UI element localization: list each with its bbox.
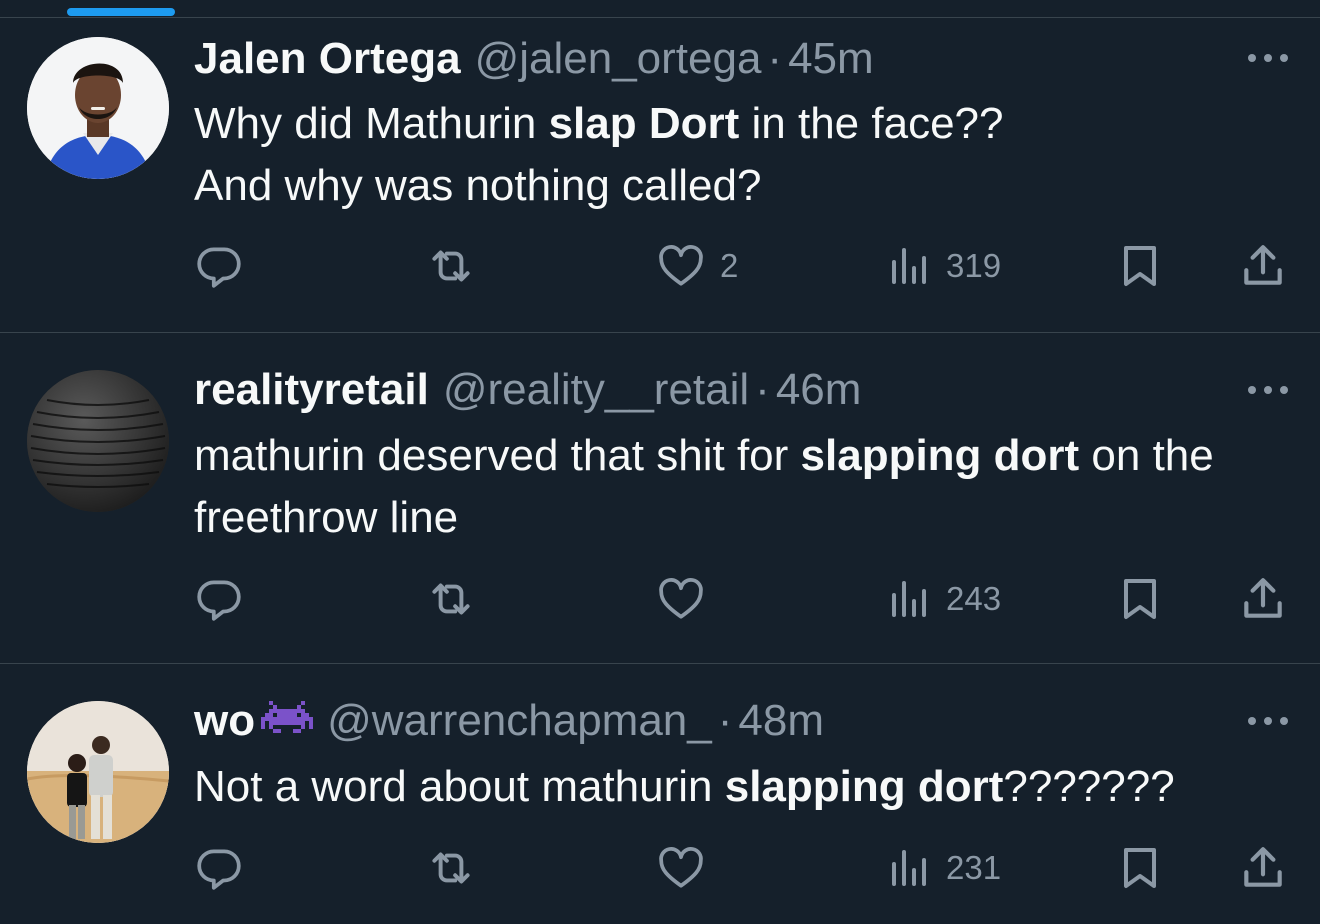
timestamp[interactable]: 45m xyxy=(788,34,874,84)
bookmark-icon xyxy=(1124,579,1156,619)
views-icon xyxy=(892,850,926,886)
separator-dot: · xyxy=(767,34,783,83)
like-count: 2 xyxy=(720,247,739,284)
reply-icon xyxy=(197,849,241,890)
avatar[interactable] xyxy=(27,370,169,512)
tweet[interactable]: realityretail @reality__retail · 46m mat… xyxy=(0,333,1320,664)
reply-icon xyxy=(197,580,241,621)
timestamp[interactable]: 48m xyxy=(738,696,824,746)
retweet-icon xyxy=(432,852,470,884)
text-segment: ??????? xyxy=(1003,762,1175,811)
views-count: 243 xyxy=(946,580,1002,617)
author-name[interactable]: Jalen Ortega xyxy=(194,34,461,84)
views-button[interactable]: 231 xyxy=(888,840,1001,896)
separator-dot: · xyxy=(755,365,770,414)
avatar-image xyxy=(27,370,169,512)
reply-icon xyxy=(197,247,241,288)
views-button[interactable]: 243 xyxy=(888,571,1001,627)
bookmark-icon xyxy=(1124,246,1156,286)
avatar[interactable] xyxy=(27,37,169,179)
avatar-image xyxy=(27,37,169,179)
tweet[interactable]: wo @warrenchapman_ · 48m Not a word abou… xyxy=(0,664,1320,924)
text-highlight: slap Dort xyxy=(548,99,740,148)
tweet-text: mathurin deserved that shit for slapping… xyxy=(194,425,1274,549)
reply-button[interactable] xyxy=(194,238,258,294)
share-icon xyxy=(1244,245,1282,285)
action-bar: 243 xyxy=(0,571,1320,627)
share-button[interactable] xyxy=(1238,840,1288,896)
alien-monster-icon xyxy=(261,701,314,733)
action-bar: 2 319 xyxy=(0,238,1320,294)
heart-icon xyxy=(659,847,703,888)
reply-button[interactable] xyxy=(194,571,258,627)
avatar-image xyxy=(27,701,169,843)
retweet-icon xyxy=(432,250,470,282)
reply-button[interactable] xyxy=(194,840,258,896)
action-bar: 231 xyxy=(0,840,1320,896)
tweet-text: Why did Mathurin slap Dort in the face??… xyxy=(194,93,1274,217)
bookmark-button[interactable] xyxy=(1118,238,1162,294)
views-icon xyxy=(892,581,926,617)
separator-dot: · xyxy=(717,696,733,745)
text-highlight: slapping dort xyxy=(724,762,1004,811)
more-icon[interactable] xyxy=(1246,711,1290,731)
author-handle[interactable]: @reality__retail xyxy=(443,365,749,415)
timestamp[interactable]: 46m xyxy=(776,365,862,415)
author-handle[interactable]: @warrenchapman_ xyxy=(327,696,712,746)
views-count: 231 xyxy=(946,849,1002,886)
like-button[interactable]: 2 xyxy=(656,238,738,294)
share-icon xyxy=(1244,578,1282,618)
text-segment: Why did Mathurin xyxy=(194,99,549,148)
retweet-button[interactable] xyxy=(424,238,492,294)
text-segment: mathurin deserved that shit for xyxy=(194,431,801,480)
bookmark-icon xyxy=(1124,848,1156,888)
bookmark-button[interactable] xyxy=(1118,571,1162,627)
like-button[interactable] xyxy=(656,571,720,627)
text-segment: And why was nothing called? xyxy=(194,161,762,210)
tweet-text: Not a word about mathurin slapping dort?… xyxy=(194,756,1274,818)
avatar[interactable] xyxy=(27,701,169,843)
retweet-icon xyxy=(432,583,470,615)
views-icon xyxy=(892,248,926,284)
tweet-header: Jalen Ortega @jalen_ortega · 45m xyxy=(194,34,874,84)
author-name[interactable]: wo xyxy=(194,696,255,746)
text-segment: in the face?? xyxy=(739,99,1004,148)
like-button[interactable] xyxy=(656,840,720,896)
tweet-header: wo @warrenchapman_ · 48m xyxy=(194,696,824,746)
retweet-button[interactable] xyxy=(424,840,492,896)
more-icon[interactable] xyxy=(1246,48,1290,68)
retweet-button[interactable] xyxy=(424,571,492,627)
heart-icon xyxy=(659,578,703,619)
text-segment: Not a word about mathurin xyxy=(194,762,725,811)
views-count: 319 xyxy=(946,247,1002,284)
share-button[interactable] xyxy=(1238,571,1288,627)
author-handle[interactable]: @jalen_ortega xyxy=(475,34,762,84)
heart-icon xyxy=(659,245,703,286)
more-icon[interactable] xyxy=(1246,380,1290,400)
tweet-header: realityretail @reality__retail · 46m xyxy=(194,365,861,415)
author-name[interactable]: realityretail xyxy=(194,365,429,415)
tab-indicator xyxy=(67,8,175,16)
share-icon xyxy=(1244,847,1282,887)
text-highlight: slapping dort xyxy=(800,431,1080,480)
tweet[interactable]: Jalen Ortega @jalen_ortega · 45m Why did… xyxy=(0,18,1320,333)
views-button[interactable]: 319 xyxy=(888,238,1001,294)
bookmark-button[interactable] xyxy=(1118,840,1162,896)
share-button[interactable] xyxy=(1238,238,1288,294)
